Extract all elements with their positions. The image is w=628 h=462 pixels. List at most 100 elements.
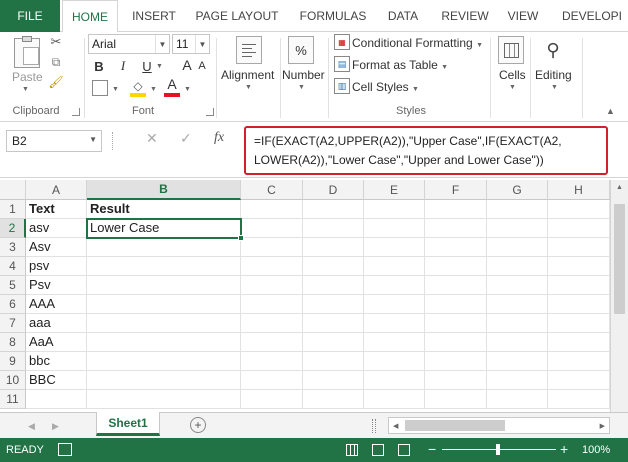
binoculars-icon[interactable]: ⚲ bbox=[540, 36, 566, 64]
column-header-e[interactable]: E bbox=[364, 180, 425, 200]
cell-c8[interactable] bbox=[241, 333, 303, 352]
cell-h2[interactable] bbox=[548, 219, 610, 238]
cell-a2[interactable]: asv bbox=[26, 219, 87, 238]
cell-e8[interactable] bbox=[364, 333, 425, 352]
cell-b4[interactable] bbox=[87, 257, 241, 276]
cell-c10[interactable] bbox=[241, 371, 303, 390]
cell-b7[interactable] bbox=[87, 314, 241, 333]
cell-g10[interactable] bbox=[487, 371, 548, 390]
cell-e1[interactable] bbox=[364, 200, 425, 219]
insert-function-icon[interactable]: fx bbox=[214, 130, 224, 146]
cell-a5[interactable]: Psv bbox=[26, 276, 87, 295]
cell-e10[interactable] bbox=[364, 371, 425, 390]
cell-g2[interactable] bbox=[487, 219, 548, 238]
cell-c7[interactable] bbox=[241, 314, 303, 333]
italic-button[interactable]: I bbox=[116, 58, 130, 74]
cell-f2[interactable] bbox=[425, 219, 487, 238]
cell-e5[interactable] bbox=[364, 276, 425, 295]
zoom-in-button[interactable]: + bbox=[560, 441, 568, 457]
grow-font-button[interactable]: A bbox=[180, 56, 194, 74]
alignment-button[interactable]: Alignment bbox=[221, 68, 274, 82]
font-color-dropdown-icon[interactable]: ▼ bbox=[184, 86, 191, 93]
cell-g1[interactable] bbox=[487, 200, 548, 219]
scroll-left-icon[interactable]: ◀ bbox=[393, 422, 398, 430]
cell-b6[interactable] bbox=[87, 295, 241, 314]
paste-dropdown-icon[interactable]: ▼ bbox=[22, 86, 29, 93]
cell-a7[interactable]: aaa bbox=[26, 314, 87, 333]
next-sheet-icon[interactable]: ▶ bbox=[52, 421, 59, 432]
cell-b9[interactable] bbox=[87, 352, 241, 371]
font-name-select[interactable]: Arial ▼ bbox=[88, 34, 170, 54]
alignment-dropdown-icon[interactable]: ▼ bbox=[245, 84, 252, 91]
row-header-6[interactable]: 6 bbox=[0, 295, 26, 314]
cell-d9[interactable] bbox=[303, 352, 364, 371]
cell-c2[interactable] bbox=[241, 219, 303, 238]
row-header-1[interactable]: 1 bbox=[0, 200, 26, 219]
cell-g7[interactable] bbox=[487, 314, 548, 333]
cell-f5[interactable] bbox=[425, 276, 487, 295]
cell-d4[interactable] bbox=[303, 257, 364, 276]
cell-b1[interactable]: Result bbox=[87, 200, 241, 219]
cell-e9[interactable] bbox=[364, 352, 425, 371]
cell-h3[interactable] bbox=[548, 238, 610, 257]
row-header-7[interactable]: 7 bbox=[0, 314, 26, 333]
row-header-5[interactable]: 5 bbox=[0, 276, 26, 295]
tab-insert[interactable]: INSERT bbox=[124, 0, 184, 32]
cell-b3[interactable] bbox=[87, 238, 241, 257]
cut-icon[interactable]: ✂ bbox=[48, 34, 64, 50]
cell-d1[interactable] bbox=[303, 200, 364, 219]
cell-c4[interactable] bbox=[241, 257, 303, 276]
clipboard-paste-icon[interactable] bbox=[14, 36, 40, 68]
zoom-out-button[interactable]: − bbox=[428, 441, 436, 457]
cell-h1[interactable] bbox=[548, 200, 610, 219]
column-header-a[interactable]: A bbox=[26, 180, 87, 200]
cell-d2[interactable] bbox=[303, 219, 364, 238]
zoom-level[interactable]: 100% bbox=[582, 444, 610, 456]
cell-styles-icon[interactable]: ▥ bbox=[334, 78, 350, 94]
cell-c11[interactable] bbox=[241, 390, 303, 409]
cell-e4[interactable] bbox=[364, 257, 425, 276]
chevron-down-icon[interactable]: ▼ bbox=[155, 35, 169, 53]
cell-b10[interactable] bbox=[87, 371, 241, 390]
page-layout-view-icon[interactable] bbox=[372, 444, 384, 456]
cell-f9[interactable] bbox=[425, 352, 487, 371]
cells-button[interactable]: Cells bbox=[499, 68, 526, 82]
cell-h6[interactable] bbox=[548, 295, 610, 314]
cell-f10[interactable] bbox=[425, 371, 487, 390]
row-header-8[interactable]: 8 bbox=[0, 333, 26, 352]
column-header-f[interactable]: F bbox=[425, 180, 487, 200]
cell-f6[interactable] bbox=[425, 295, 487, 314]
editing-dropdown-icon[interactable]: ▼ bbox=[551, 84, 558, 91]
cell-f1[interactable] bbox=[425, 200, 487, 219]
cell-a6[interactable]: AAA bbox=[26, 295, 87, 314]
fill-color-dropdown-icon[interactable]: ▼ bbox=[150, 86, 157, 93]
cell-f8[interactable] bbox=[425, 333, 487, 352]
cell-h9[interactable] bbox=[548, 352, 610, 371]
cell-c3[interactable] bbox=[241, 238, 303, 257]
scrollbar-thumb[interactable] bbox=[614, 204, 625, 314]
cell-e3[interactable] bbox=[364, 238, 425, 257]
cell-h5[interactable] bbox=[548, 276, 610, 295]
tab-home[interactable]: HOME bbox=[62, 0, 118, 33]
cancel-icon[interactable]: ✕ bbox=[146, 130, 158, 147]
select-all-corner[interactable] bbox=[0, 180, 26, 200]
column-header-c[interactable]: C bbox=[241, 180, 303, 200]
column-header-h[interactable]: H bbox=[548, 180, 610, 200]
cell-h7[interactable] bbox=[548, 314, 610, 333]
formula-input[interactable]: =IF(EXACT(A2,UPPER(A2)),"Upper Case",IF(… bbox=[244, 126, 608, 175]
tab-page-layout[interactable]: PAGE LAYOUT bbox=[190, 0, 284, 32]
row-header-11[interactable]: 11 bbox=[0, 390, 26, 409]
cell-g6[interactable] bbox=[487, 295, 548, 314]
row-header-9[interactable]: 9 bbox=[0, 352, 26, 371]
format-as-table-icon[interactable]: ▤ bbox=[334, 56, 350, 72]
paste-button[interactable]: Paste bbox=[12, 70, 43, 84]
conditional-formatting-icon[interactable]: ▦ bbox=[334, 34, 350, 50]
fill-color-icon[interactable]: ◇ bbox=[130, 78, 146, 94]
normal-view-icon[interactable] bbox=[346, 444, 358, 456]
vertical-scrollbar[interactable]: ▲ bbox=[610, 180, 628, 412]
column-header-d[interactable]: D bbox=[303, 180, 364, 200]
copy-icon[interactable]: ⧉ bbox=[48, 54, 64, 70]
number-dropdown-icon[interactable]: ▼ bbox=[298, 84, 305, 91]
column-header-b[interactable]: B bbox=[87, 180, 241, 200]
row-header-3[interactable]: 3 bbox=[0, 238, 26, 257]
